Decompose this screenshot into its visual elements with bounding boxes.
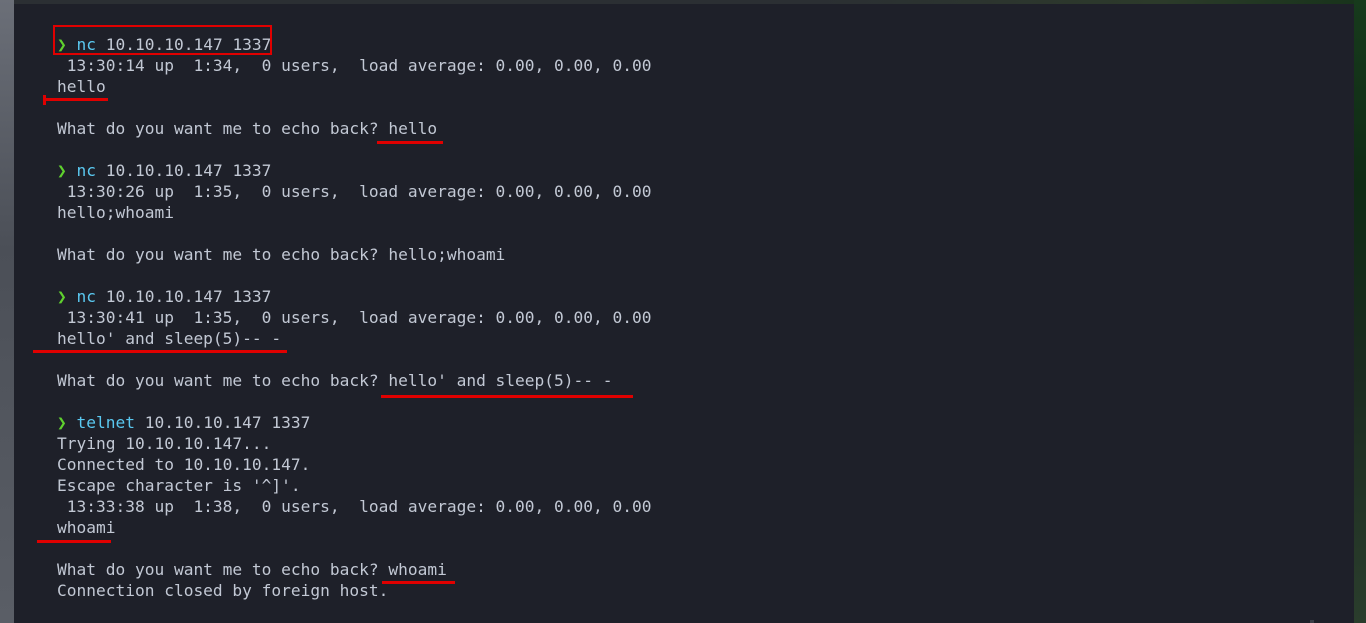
user-input: hello' and sleep(5)-- - [57,329,282,348]
annotation-underline-echo [381,395,633,398]
command-name: telnet [76,413,135,432]
telnet-connected: Connected to 10.10.10.147. [57,455,311,474]
telnet-trying: Trying 10.10.10.147... [57,434,272,453]
echo-value: whoami [388,560,447,579]
prompt-chevron-icon: ❯ [57,413,67,432]
echo-prompt: What do you want me to echo back? [57,245,389,264]
desktop-wallpaper-left [0,0,14,623]
uptime-output: 13:33:38 up 1:38, 0 users, load average:… [57,497,652,516]
annotation-underline-input [37,540,111,543]
echo-value: hello [388,119,438,138]
command-line: ❯ telnet 10.10.10.147 1337 [57,412,310,433]
telnet-escape-info: Escape character is '^]'. [57,476,301,495]
uptime-output: 13:30:26 up 1:35, 0 users, load average:… [57,182,652,201]
annotation-underline-echo [382,581,455,584]
command-args: 10.10.10.147 1337 [96,287,272,306]
command-line: ❯ nc 10.10.10.147 1337 [57,286,271,307]
connection-closed: Connection closed by foreign host. [57,581,389,600]
echo-value: hello;whoami [388,245,506,264]
terminal-window[interactable]: ❯ nc 10.10.10.147 1337 13:30:14 up 1:34,… [14,4,1354,623]
command-args: 10.10.10.147 1337 [134,413,311,432]
user-input: hello [57,77,106,96]
user-input: hello;whoami [57,203,174,222]
echo-line: What do you want me to echo back? hello;… [57,244,505,265]
annotation-underline-input [43,98,108,101]
command-args: 10.10.10.147 1337 [96,161,272,180]
echo-line: What do you want me to echo back? hello'… [57,370,613,391]
annotation-tick [43,95,46,105]
desktop-wallpaper-right [1354,0,1366,623]
user-input: whoami [57,518,116,537]
prompt-chevron-icon: ❯ [57,287,67,306]
echo-prompt: What do you want me to echo back? [57,371,389,390]
echo-line: What do you want me to echo back? hello [57,118,437,139]
annotation-underline-echo [377,141,443,144]
annotation-box-nc-command [53,25,272,55]
command-name: nc [76,161,97,180]
uptime-output: 13:30:14 up 1:34, 0 users, load average:… [57,56,652,75]
annotation-underline-input [33,350,287,353]
command-name: nc [76,287,97,306]
echo-line: What do you want me to echo back? whoami [57,559,447,580]
uptime-output: 13:30:41 up 1:35, 0 users, load average:… [57,308,652,327]
echo-prompt: What do you want me to echo back? [57,560,389,579]
prompt-chevron-icon: ❯ [57,161,67,180]
echo-prompt: What do you want me to echo back? [57,119,389,138]
echo-value: hello' and sleep(5)-- - [388,371,613,390]
command-line: ❯ nc 10.10.10.147 1337 [57,160,271,181]
